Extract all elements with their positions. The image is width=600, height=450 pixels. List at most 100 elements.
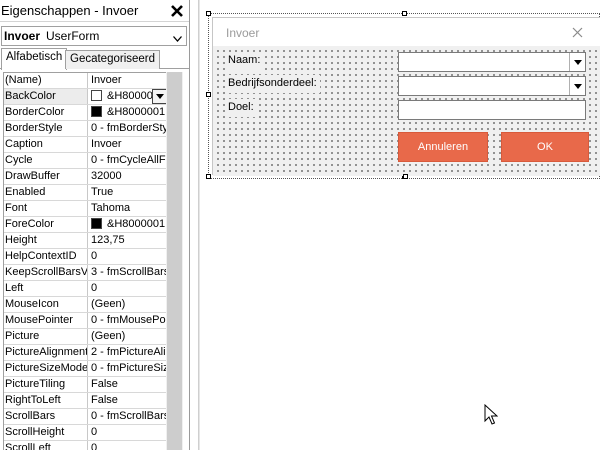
userform-window[interactable]: Invoer Naam: Bedrijfsonderdeel: Doel: An… <box>212 17 600 176</box>
tab-alfabetisch[interactable]: Alfabetisch <box>1 48 68 70</box>
property-name: Height <box>4 233 88 248</box>
object-selector[interactable]: Invoer UserForm <box>1 26 187 46</box>
userform-client-area: Naam: Bedrijfsonderdeel: Doel: Annuleren… <box>213 46 600 176</box>
mouse-cursor-icon <box>484 403 499 429</box>
naam-combobox[interactable] <box>398 52 586 72</box>
close-icon[interactable] <box>166 1 188 21</box>
property-value[interactable]: 0 - fmCycleAllFo <box>89 153 166 168</box>
designer-splitter[interactable] <box>198 0 200 450</box>
scrollbar-thumb[interactable] <box>167 72 182 450</box>
resize-handle[interactable] <box>206 92 211 97</box>
property-name: HelpContextID <box>4 249 88 264</box>
resize-handle[interactable] <box>206 11 211 16</box>
color-swatch <box>91 218 102 229</box>
resize-handle[interactable] <box>206 174 211 179</box>
resize-handle[interactable] <box>403 174 408 179</box>
property-value[interactable]: &H8000001 <box>89 105 166 120</box>
property-value[interactable]: 0 - fmPictureSiz <box>89 361 166 376</box>
property-value[interactable]: 0 <box>89 281 166 296</box>
property-name: (Name) <box>4 73 88 88</box>
property-value-text: 3 - fmScrollBars <box>91 266 166 278</box>
property-row[interactable]: BorderStyle 0 - fmBorderSty <box>4 121 166 137</box>
property-value[interactable]: 0 - fmScrollBars <box>89 409 166 424</box>
properties-title: Eigenschappen - Invoer <box>1 3 139 18</box>
property-row[interactable]: PictureAlignment 2 - fmPictureAlig <box>4 345 166 361</box>
property-value[interactable]: False <box>89 377 166 392</box>
property-row[interactable]: ScrollBars 0 - fmScrollBars <box>4 409 166 425</box>
property-name: PictureAlignment <box>5 345 88 360</box>
property-name: PictureSizeMode <box>5 361 88 376</box>
property-row[interactable]: Caption Invoer <box>4 137 166 153</box>
property-value[interactable]: Invoer <box>89 137 166 152</box>
chevron-down-icon[interactable] <box>569 77 585 95</box>
userform-title: Invoer <box>226 26 260 40</box>
property-value[interactable]: &H80000 <box>89 89 166 104</box>
property-row[interactable]: Picture (Geen) <box>4 329 166 345</box>
property-value[interactable]: True <box>89 185 166 200</box>
property-name: Left <box>4 281 88 296</box>
object-type: UserForm <box>46 29 100 43</box>
property-value[interactable]: 2 - fmPictureAlig <box>89 345 166 360</box>
property-grid: (Name) Invoer BackColor &H80000 BorderColor &… <box>3 72 166 450</box>
property-row[interactable]: KeepScrollBarsVis 3 - fmScrollBars <box>4 265 166 281</box>
properties-window: Eigenschappen - Invoer Invoer UserForm A… <box>0 0 190 450</box>
property-row[interactable]: Left 0 <box>4 281 166 297</box>
resize-handle[interactable] <box>402 11 407 16</box>
ok-button[interactable]: OK <box>501 132 589 162</box>
property-row[interactable]: BorderColor &H8000001 <box>4 105 166 121</box>
property-row[interactable]: DrawBuffer 32000 <box>4 169 166 185</box>
userform-titlebar: Invoer <box>213 18 600 46</box>
property-value[interactable]: &H8000001 <box>89 217 166 232</box>
property-grid-scrollbar[interactable] <box>166 72 183 450</box>
property-row[interactable]: ForeColor &H8000001 <box>4 217 166 233</box>
chevron-down-icon[interactable] <box>569 53 585 71</box>
chevron-down-icon[interactable] <box>173 33 182 45</box>
property-value[interactable]: False <box>89 393 166 408</box>
cancel-button[interactable]: Annuleren <box>398 132 488 162</box>
property-row[interactable]: PictureTiling False <box>4 377 166 393</box>
bedrijfsonderdeel-combobox[interactable] <box>398 76 586 96</box>
property-row[interactable]: PictureSizeMode 0 - fmPictureSiz <box>4 361 166 377</box>
property-value-text: 0 - fmCycleAllFo <box>91 154 166 166</box>
property-value-text: 2 - fmPictureAlig <box>91 346 166 358</box>
property-value-text: 0 <box>91 282 98 294</box>
property-row[interactable]: Height 123,75 <box>4 233 166 249</box>
property-name: Font <box>4 201 88 216</box>
close-icon[interactable] <box>565 21 589 43</box>
property-row[interactable]: (Name) Invoer <box>4 73 166 89</box>
property-value[interactable]: 123,75 <box>89 233 166 248</box>
property-value[interactable]: 0 <box>89 249 166 264</box>
property-value[interactable]: 32000 <box>89 169 166 184</box>
property-value[interactable]: 0 <box>89 441 166 450</box>
property-value[interactable]: (Geen) <box>89 297 166 312</box>
property-row[interactable]: Cycle 0 - fmCycleAllFo <box>4 153 166 169</box>
property-value-text: False <box>91 378 118 390</box>
property-value[interactable]: Invoer <box>89 73 166 88</box>
property-value[interactable]: 0 - fmBorderSty <box>89 121 166 136</box>
property-row[interactable]: ScrollLeft 0 <box>4 441 166 450</box>
property-name: Picture <box>4 329 88 344</box>
property-name: DrawBuffer <box>4 169 88 184</box>
property-row[interactable]: Font Tahoma <box>4 201 166 217</box>
property-row[interactable]: MousePointer 0 - fmMousePoi <box>4 313 166 329</box>
label-doel: Doel: <box>225 99 257 117</box>
property-row[interactable]: ScrollHeight 0 <box>4 425 166 441</box>
property-row[interactable]: Enabled True <box>4 185 166 201</box>
property-row[interactable]: HelpContextID 0 <box>4 249 166 265</box>
property-name: BorderColor <box>4 105 88 120</box>
property-row[interactable]: BackColor &H80000 <box>4 89 166 105</box>
property-value[interactable]: 0 - fmMousePoi <box>89 313 166 328</box>
property-row[interactable]: RightToLeft False <box>4 393 166 409</box>
property-value-text: 0 <box>91 426 98 438</box>
property-name: ForeColor <box>4 217 88 232</box>
property-name: BackColor <box>4 89 88 104</box>
doel-textbox[interactable] <box>398 100 586 120</box>
property-value[interactable]: (Geen) <box>89 329 166 344</box>
property-value[interactable]: 3 - fmScrollBars <box>89 265 166 280</box>
property-row[interactable]: MouseIcon (Geen) <box>4 297 166 313</box>
tab-gecategoriseerd[interactable]: Gecategoriseerd <box>65 50 161 69</box>
property-value[interactable]: Tahoma <box>89 201 166 216</box>
property-value-text: Tahoma <box>91 202 131 214</box>
chevron-down-icon[interactable] <box>152 89 166 104</box>
property-value[interactable]: 0 <box>89 425 166 440</box>
